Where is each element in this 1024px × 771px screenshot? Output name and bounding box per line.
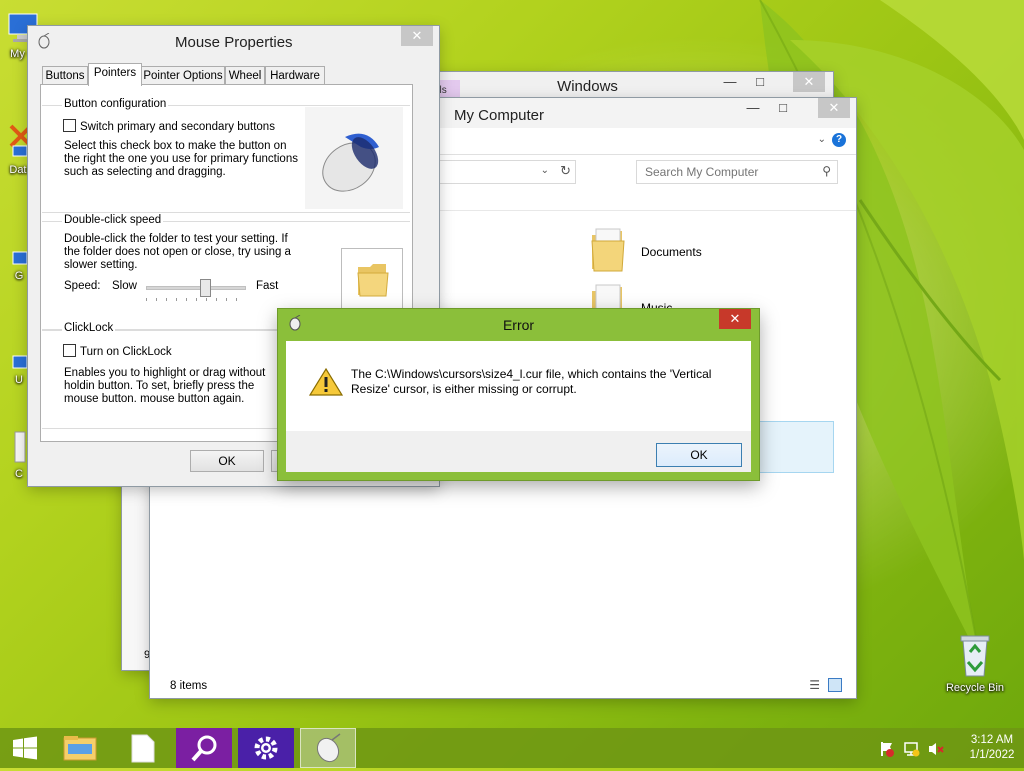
- warning-icon: [309, 367, 343, 396]
- item-count: 8 items: [170, 680, 208, 692]
- mouse-illustration: [305, 107, 403, 209]
- search-input[interactable]: [643, 162, 817, 182]
- desktop-icon-label: G: [14, 270, 24, 282]
- folder-icon: [357, 264, 389, 297]
- checkbox-label: Switch primary and secondary buttons: [80, 121, 275, 133]
- tab-label: Hardware: [270, 70, 320, 82]
- folder-item[interactable]: Documents: [590, 225, 790, 275]
- documents-folder-icon: [591, 228, 625, 272]
- close-icon: ✕: [729, 311, 741, 326]
- button-label: OK: [218, 454, 236, 468]
- close-icon[interactable]: ✕: [401, 26, 433, 46]
- status-bar: 8 items ☰: [150, 674, 856, 698]
- desktop-icon-label: C: [15, 468, 23, 480]
- slider-ticks: [146, 298, 246, 301]
- taskbar-file-explorer[interactable]: [52, 728, 108, 768]
- desktop-icon-label: U: [15, 374, 23, 386]
- large-icons-view-icon[interactable]: [828, 678, 842, 692]
- help-icon[interactable]: ?: [832, 133, 846, 147]
- error-dialog[interactable]: Error ✕ The C:\Windows\cursors\size4_l.c…: [278, 309, 759, 480]
- action-center-icon[interactable]: [880, 741, 894, 757]
- desktop-icon-recycle-bin[interactable]: Recycle Bin: [940, 630, 1010, 694]
- volume-muted-icon[interactable]: [928, 741, 944, 755]
- search-icon[interactable]: ⚲: [822, 164, 831, 178]
- mouse-image-icon: [322, 133, 379, 192]
- button-label: OK: [690, 448, 708, 462]
- ok-button[interactable]: OK: [656, 443, 742, 467]
- tab-label: Pointer Options: [143, 70, 223, 82]
- desktop-icon-label: Recycle Bin: [945, 682, 1005, 694]
- dialog-title: Mouse Properties: [175, 34, 293, 51]
- slider-thumb[interactable]: [200, 279, 211, 297]
- search-box[interactable]: ⚲: [636, 160, 838, 184]
- tab-label: Pointers: [93, 67, 137, 79]
- tab-label: Buttons: [45, 70, 85, 82]
- switch-buttons-checkbox[interactable]: Switch primary and secondary buttons: [63, 119, 275, 134]
- fast-label: Fast: [256, 280, 279, 292]
- folder-label: Documents: [641, 245, 702, 259]
- clock-time: 3:12 AM: [970, 734, 1014, 746]
- minimize-icon[interactable]: —: [715, 72, 745, 92]
- error-title: Error: [502, 317, 535, 333]
- maximize-icon[interactable]: □: [745, 72, 775, 92]
- system-tray: 3:12 AM 1/1/2022: [864, 728, 1024, 768]
- speed-slider[interactable]: [146, 279, 246, 301]
- clicklock-description: Enables you to highlight or drag without…: [64, 367, 266, 405]
- tab-buttons[interactable]: Buttons: [42, 66, 88, 85]
- tab-pointer-options[interactable]: Pointer Options: [141, 66, 225, 85]
- settings-icon: [254, 736, 278, 760]
- start-icon: [13, 736, 37, 760]
- group-heading: Double-click speed: [62, 214, 164, 226]
- details-view-icon[interactable]: ☰: [809, 678, 820, 692]
- maximize-icon[interactable]: □: [768, 98, 798, 118]
- group-heading: Button configuration: [62, 98, 169, 110]
- clock[interactable]: 3:12 AM 1/1/2022: [960, 733, 1024, 763]
- selected-drive-item[interactable]: [758, 421, 834, 473]
- mouse-icon: [316, 733, 341, 763]
- clock-date: 1/1/2022: [969, 749, 1015, 761]
- checkbox-icon[interactable]: [63, 119, 76, 132]
- minimize-icon[interactable]: —: [738, 98, 768, 118]
- tab-pointers[interactable]: Pointers: [88, 63, 142, 86]
- taskbar-search[interactable]: [176, 728, 232, 768]
- button-config-description: Select this check box to make the button…: [64, 140, 298, 178]
- double-click-description: Double-click the folder to test your set…: [64, 233, 291, 271]
- checkbox-label: Turn on ClickLock: [80, 346, 172, 358]
- document-icon: [131, 734, 155, 763]
- test-folder-area[interactable]: [341, 248, 403, 312]
- speed-label: Speed:: [64, 280, 101, 292]
- chevron-down-icon[interactable]: ⌄: [818, 134, 826, 145]
- slow-label: Slow: [112, 280, 137, 292]
- search-icon: [191, 735, 217, 762]
- chevron-down-icon[interactable]: ⌄: [541, 165, 549, 176]
- taskbar-settings[interactable]: [238, 728, 294, 768]
- close-icon[interactable]: ✕: [818, 98, 850, 118]
- taskbar: 3:12 AM 1/1/2022: [0, 728, 1024, 768]
- window-title: My Computer: [454, 107, 545, 124]
- slider-track: [146, 286, 246, 290]
- refresh-icon[interactable]: ↻: [560, 163, 571, 179]
- ok-button[interactable]: OK: [190, 450, 264, 472]
- mouse-icon: [38, 33, 50, 49]
- error-client-area: The C:\Windows\cursors\size4_l.cur file,…: [286, 341, 751, 472]
- recycle-bin-icon: [955, 630, 995, 680]
- tab-label: Wheel: [228, 70, 262, 82]
- checkbox-icon[interactable]: [63, 344, 76, 357]
- mouse-properties-titlebar[interactable]: Mouse Properties ✕: [28, 26, 439, 60]
- close-icon[interactable]: ✕: [793, 72, 825, 92]
- taskbar-mouse[interactable]: [300, 728, 356, 768]
- network-icon[interactable]: [904, 741, 920, 757]
- group-heading: ClickLock: [62, 322, 116, 334]
- taskbar-document[interactable]: [114, 728, 170, 768]
- error-message: The C:\Windows\cursors\size4_l.cur file,…: [351, 367, 712, 396]
- start-button[interactable]: [0, 728, 50, 768]
- tab-wheel[interactable]: Wheel: [225, 66, 265, 85]
- error-footer: OK: [286, 431, 751, 472]
- tab-hardware[interactable]: Hardware: [265, 66, 325, 85]
- close-button[interactable]: ✕: [719, 309, 751, 329]
- clicklock-checkbox[interactable]: Turn on ClickLock: [63, 344, 172, 359]
- file-explorer-icon: [63, 736, 97, 761]
